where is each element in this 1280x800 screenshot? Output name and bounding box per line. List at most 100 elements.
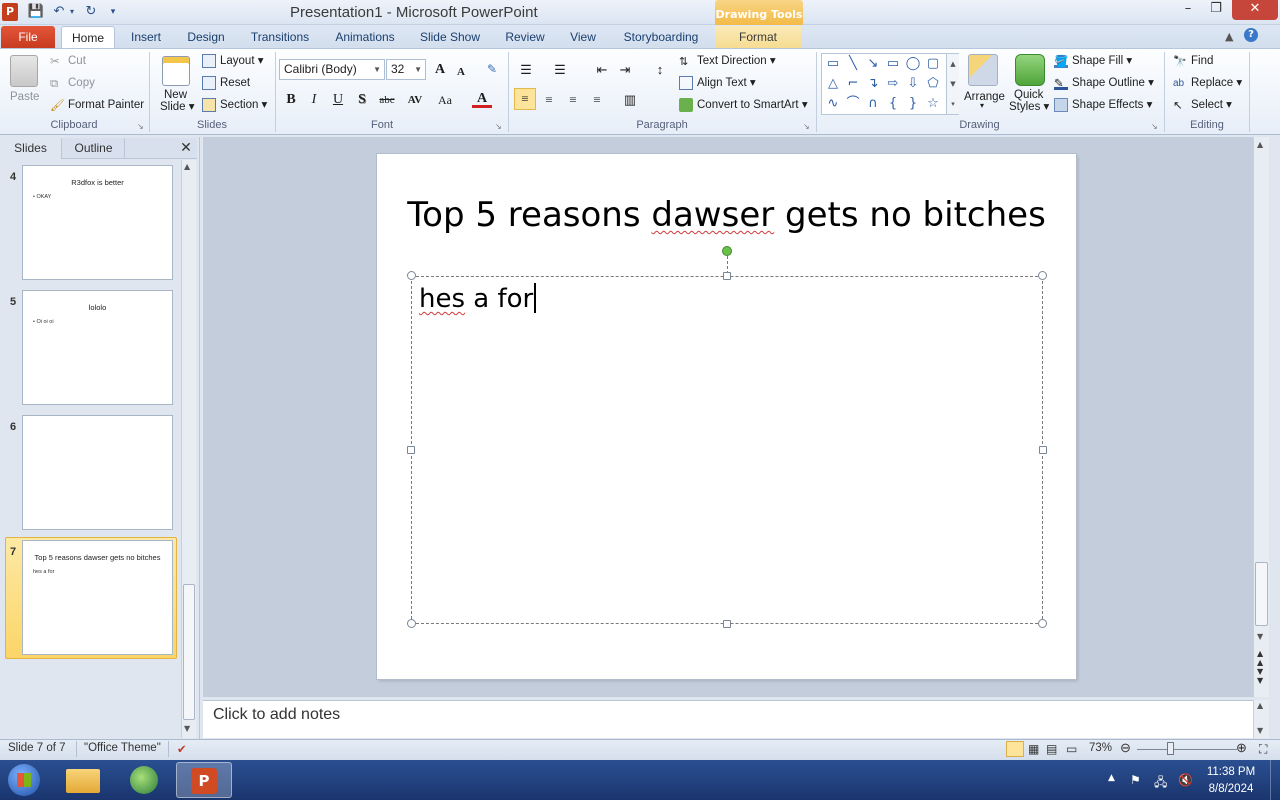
tab-insert[interactable]: Insert — [124, 26, 168, 48]
down-arrow-shape-icon[interactable]: ⇩ — [905, 76, 921, 92]
tab-home[interactable]: Home — [61, 26, 115, 48]
font-color-button[interactable]: A — [472, 90, 492, 108]
scroll-up-icon[interactable]: ▲ — [184, 162, 190, 171]
reset-button[interactable]: Reset — [202, 75, 250, 93]
curve-shape-icon[interactable]: ∩ — [865, 96, 881, 112]
volume-muted-icon[interactable]: 🔇 — [1178, 773, 1193, 787]
notes-scrollbar[interactable]: ▲ ▼ — [1253, 700, 1269, 738]
pentagon-shape-icon[interactable]: ⬠ — [925, 76, 941, 92]
shrink-font-button[interactable]: A — [451, 62, 471, 82]
new-slide-icon[interactable] — [162, 56, 190, 86]
text-box-shape-icon[interactable]: ▭ — [825, 56, 841, 72]
resize-handle-right[interactable] — [1039, 446, 1047, 454]
scroll-up-icon[interactable]: ▲ — [1257, 701, 1263, 710]
tab-review[interactable]: Review — [500, 26, 550, 48]
clear-formatting-icon[interactable]: ✎ — [482, 59, 502, 79]
resize-handle-bottom[interactable] — [723, 620, 731, 628]
start-button[interactable] — [8, 764, 40, 796]
minimize-ribbon-icon[interactable]: ▲ — [1225, 30, 1233, 43]
tab-animations[interactable]: Animations — [330, 26, 400, 48]
freeform-shape-icon[interactable]: ∿ — [825, 96, 841, 112]
line-shape-icon[interactable]: ╲ — [845, 56, 861, 72]
shape-outline-button[interactable]: ✎ Shape Outline ▾ — [1054, 75, 1154, 93]
scroll-up-icon[interactable]: ▲ — [1257, 140, 1263, 149]
slide-show-view-icon[interactable]: ▭ — [1066, 742, 1077, 756]
customize-qat-icon[interactable]: ▾ — [104, 3, 122, 21]
minimize-button[interactable]: – — [1175, 0, 1201, 20]
rounded-rect-shape-icon[interactable]: ▢ — [925, 56, 941, 72]
help-icon[interactable]: ? — [1244, 28, 1258, 42]
align-text-button[interactable]: Align Text ▾ — [679, 75, 756, 93]
underline-button[interactable]: U — [328, 90, 348, 110]
undo-icon[interactable]: ↶ — [50, 3, 68, 21]
resize-handle-bottom-right[interactable] — [1038, 619, 1047, 628]
next-slide-icon[interactable]: ▼ ▼ — [1257, 667, 1263, 685]
save-icon[interactable]: 💾 — [27, 3, 45, 21]
undo-dropdown-icon[interactable]: ▾ — [67, 3, 77, 21]
slide-thumbnail[interactable]: lololo • Oi oi oi — [22, 290, 173, 405]
star-shape-icon[interactable]: ☆ — [925, 96, 941, 112]
content-text[interactable]: hes a for — [419, 283, 537, 314]
shape-fill-button[interactable]: 🪣 Shape Fill ▾ — [1054, 53, 1132, 71]
arrow-line-shape-icon[interactable]: ↘ — [865, 56, 881, 72]
tab-outline[interactable]: Outline — [63, 138, 125, 159]
copy-button[interactable]: ⧉ Copy — [50, 75, 95, 93]
quick-styles-button-line2[interactable]: Styles ▾ — [1009, 101, 1049, 119]
align-center-button[interactable]: ≡ — [539, 90, 559, 110]
line-spacing-icon[interactable]: ↕ — [650, 60, 670, 80]
paragraph-launcher-icon[interactable]: ↘ — [803, 122, 810, 131]
resize-handle-bottom-left[interactable] — [407, 619, 416, 628]
oval-shape-icon[interactable]: ◯ — [905, 56, 921, 72]
zoom-in-icon[interactable]: ⊕ — [1236, 740, 1247, 756]
scrollbar-thumb[interactable] — [183, 584, 195, 720]
slide-thumbnail[interactable] — [22, 415, 173, 530]
align-right-button[interactable]: ≡ — [563, 90, 583, 110]
scrollbar-thumb[interactable] — [1255, 562, 1268, 626]
bullets-icon[interactable]: ☰ — [516, 60, 536, 80]
arrange-button[interactable]: Arrange — [964, 89, 1005, 107]
arc-shape-icon[interactable]: ⌒ — [845, 96, 861, 112]
font-launcher-icon[interactable]: ↘ — [495, 122, 502, 131]
italic-button[interactable]: I — [304, 90, 324, 110]
justify-button[interactable]: ≡ — [587, 90, 607, 110]
normal-view-icon[interactable] — [1006, 741, 1024, 757]
spell-check-icon[interactable]: ✔ — [177, 742, 187, 756]
zoom-level[interactable]: 73% — [1089, 742, 1112, 754]
scroll-down-icon[interactable]: ▼ — [1257, 632, 1263, 641]
decrease-indent-icon[interactable]: ⇤ — [592, 60, 612, 80]
paste-button[interactable]: Paste — [10, 89, 39, 107]
tab-format[interactable]: Format — [715, 26, 801, 48]
powerpoint-app-icon[interactable]: P — [2, 3, 18, 21]
new-slide-button-line2[interactable]: Slide ▾ — [160, 101, 195, 119]
section-button[interactable]: Section ▾ — [202, 97, 267, 115]
resize-handle-top-left[interactable] — [407, 271, 416, 280]
file-explorer-taskbar-item[interactable] — [56, 762, 112, 798]
right-arrow-shape-icon[interactable]: ⇨ — [885, 76, 901, 92]
numbering-icon[interactable]: ☰ — [550, 60, 570, 80]
tab-transitions[interactable]: Transitions — [244, 26, 316, 48]
slide-thumbnail-selected[interactable]: Top 5 reasons dawser gets no bitches hes… — [22, 540, 173, 655]
network-icon[interactable]: 🖧 — [1154, 773, 1167, 794]
paste-icon[interactable] — [10, 55, 38, 87]
right-brace-shape-icon[interactable]: } — [905, 96, 921, 112]
columns-icon[interactable]: ▥ — [620, 90, 640, 110]
format-painter-button[interactable]: 🖌 Format Painter — [50, 97, 144, 115]
show-desktop-button[interactable] — [1270, 760, 1280, 800]
slide-sorter-view-icon[interactable]: ▦ — [1028, 742, 1039, 756]
resize-handle-top-right[interactable] — [1038, 271, 1047, 280]
slide-vertical-scrollbar[interactable]: ▲ ▼ ▲ ▲ ▼ ▼ — [1253, 137, 1269, 697]
left-brace-shape-icon[interactable]: { — [885, 96, 901, 112]
zoom-slider-track[interactable] — [1137, 749, 1237, 750]
slide-thumbnail[interactable]: R3dfox is better • OKAY — [22, 165, 173, 280]
font-size-dropdown[interactable]: 32 ▼ — [386, 59, 426, 80]
rectangle-shape-icon[interactable]: ▭ — [885, 56, 901, 72]
drawing-launcher-icon[interactable]: ↘ — [1151, 122, 1158, 131]
strikethrough-button[interactable]: abc — [374, 90, 400, 110]
clipboard-launcher-icon[interactable]: ↘ — [137, 122, 144, 131]
zoom-slider-thumb[interactable] — [1167, 742, 1174, 755]
text-direction-button[interactable]: ⇅ Text Direction ▾ — [679, 53, 776, 71]
fit-slide-icon[interactable]: ⛶ — [1259, 742, 1267, 757]
layout-button[interactable]: Layout ▾ — [202, 53, 264, 71]
action-center-flag-icon[interactable]: ⚑ — [1130, 773, 1141, 787]
resize-handle-top[interactable] — [723, 272, 731, 280]
